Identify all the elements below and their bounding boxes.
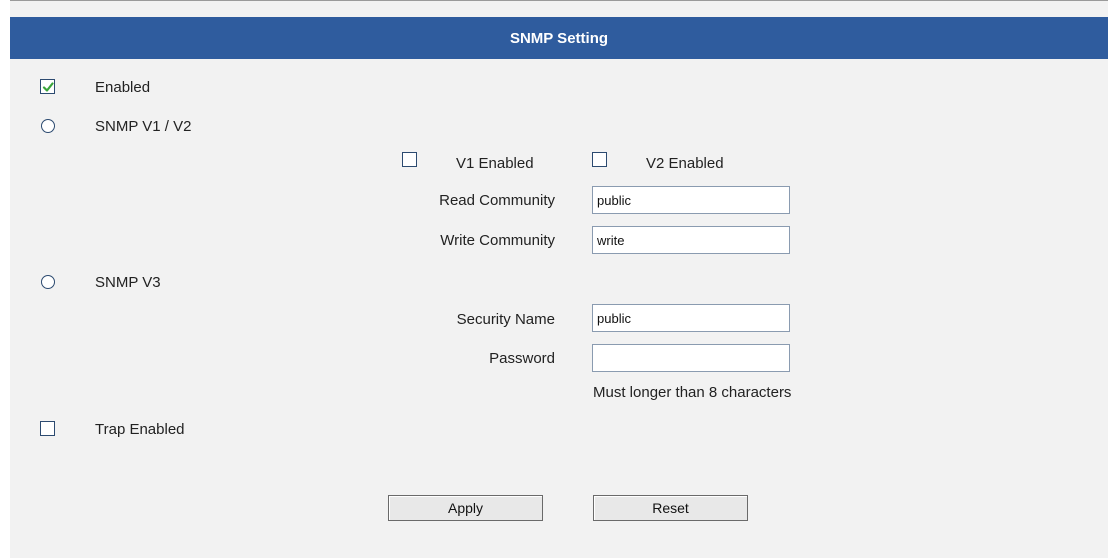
trap-enabled-checkbox[interactable] [40,421,55,436]
apply-button[interactable]: Apply [388,495,543,521]
snmp-v3-label: SNMP V3 [95,274,161,291]
password-hint: Must longer than 8 characters [593,384,792,401]
trap-enabled-label: Trap Enabled [95,421,185,438]
settings-panel [10,0,1108,558]
read-community-label: Read Community [439,192,555,209]
reset-button[interactable]: Reset [593,495,748,521]
v1-enabled-checkbox[interactable] [402,152,417,167]
password-input[interactable] [592,344,790,372]
write-community-input[interactable] [592,226,790,254]
write-community-label: Write Community [440,232,555,249]
v1-enabled-label: V1 Enabled [456,155,534,172]
check-icon [42,82,54,92]
panel-header: SNMP Setting [10,17,1108,59]
security-name-label: Security Name [456,311,555,328]
snmp-v1v2-label: SNMP V1 / V2 [95,118,192,135]
v2-enabled-checkbox[interactable] [592,152,607,167]
snmp-v3-radio[interactable] [41,275,55,289]
enabled-label: Enabled [95,79,151,96]
enabled-checkbox[interactable] [40,79,55,94]
read-community-input[interactable] [592,186,790,214]
page-title: SNMP Setting [509,29,609,47]
v2-enabled-label: V2 Enabled [646,155,724,172]
security-name-input[interactable] [592,304,790,332]
password-label: Password [489,350,555,367]
snmp-v1v2-radio[interactable] [41,119,55,133]
